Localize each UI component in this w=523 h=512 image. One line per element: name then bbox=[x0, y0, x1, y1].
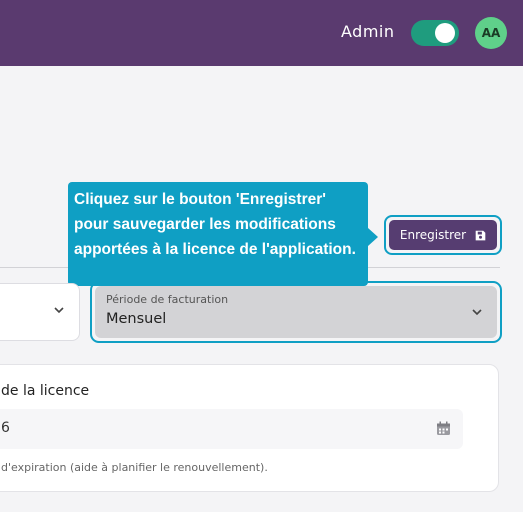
chevron-down-icon bbox=[472, 309, 482, 316]
card-title: de la licence bbox=[1, 383, 90, 399]
save-button-label: Enregistrer bbox=[399, 228, 467, 242]
left-select[interactable] bbox=[0, 283, 80, 341]
save-button-highlight: Enregistrer bbox=[384, 215, 502, 255]
period-select-highlight: Période de facturation Mensuel bbox=[90, 281, 502, 343]
license-card: de la licence 6 d'expiration (aide à pla… bbox=[0, 364, 499, 492]
billing-period-label: Période de facturation bbox=[106, 293, 229, 306]
floppy-disk-icon bbox=[475, 230, 486, 240]
top-bar: Admin AA bbox=[0, 0, 523, 66]
avatar[interactable]: AA bbox=[475, 17, 507, 49]
guide-tooltip: Cliquez sur le bouton 'Enregistrer' pour… bbox=[68, 182, 368, 286]
save-button[interactable]: Enregistrer bbox=[389, 220, 497, 250]
billing-period-select[interactable]: Période de facturation Mensuel bbox=[95, 286, 497, 338]
admin-toggle[interactable] bbox=[411, 20, 459, 46]
date-value: 6 bbox=[1, 420, 10, 436]
tooltip-arrow bbox=[368, 228, 378, 246]
billing-period-value: Mensuel bbox=[106, 311, 167, 327]
role-label: Admin bbox=[341, 22, 395, 41]
chevron-down-icon bbox=[54, 307, 64, 314]
expiration-date-input[interactable]: 6 bbox=[0, 409, 463, 449]
helper-text: d'expiration (aide à planifier le renouv… bbox=[1, 461, 268, 474]
toggle-knob bbox=[435, 23, 455, 43]
calendar-icon[interactable] bbox=[436, 421, 451, 436]
